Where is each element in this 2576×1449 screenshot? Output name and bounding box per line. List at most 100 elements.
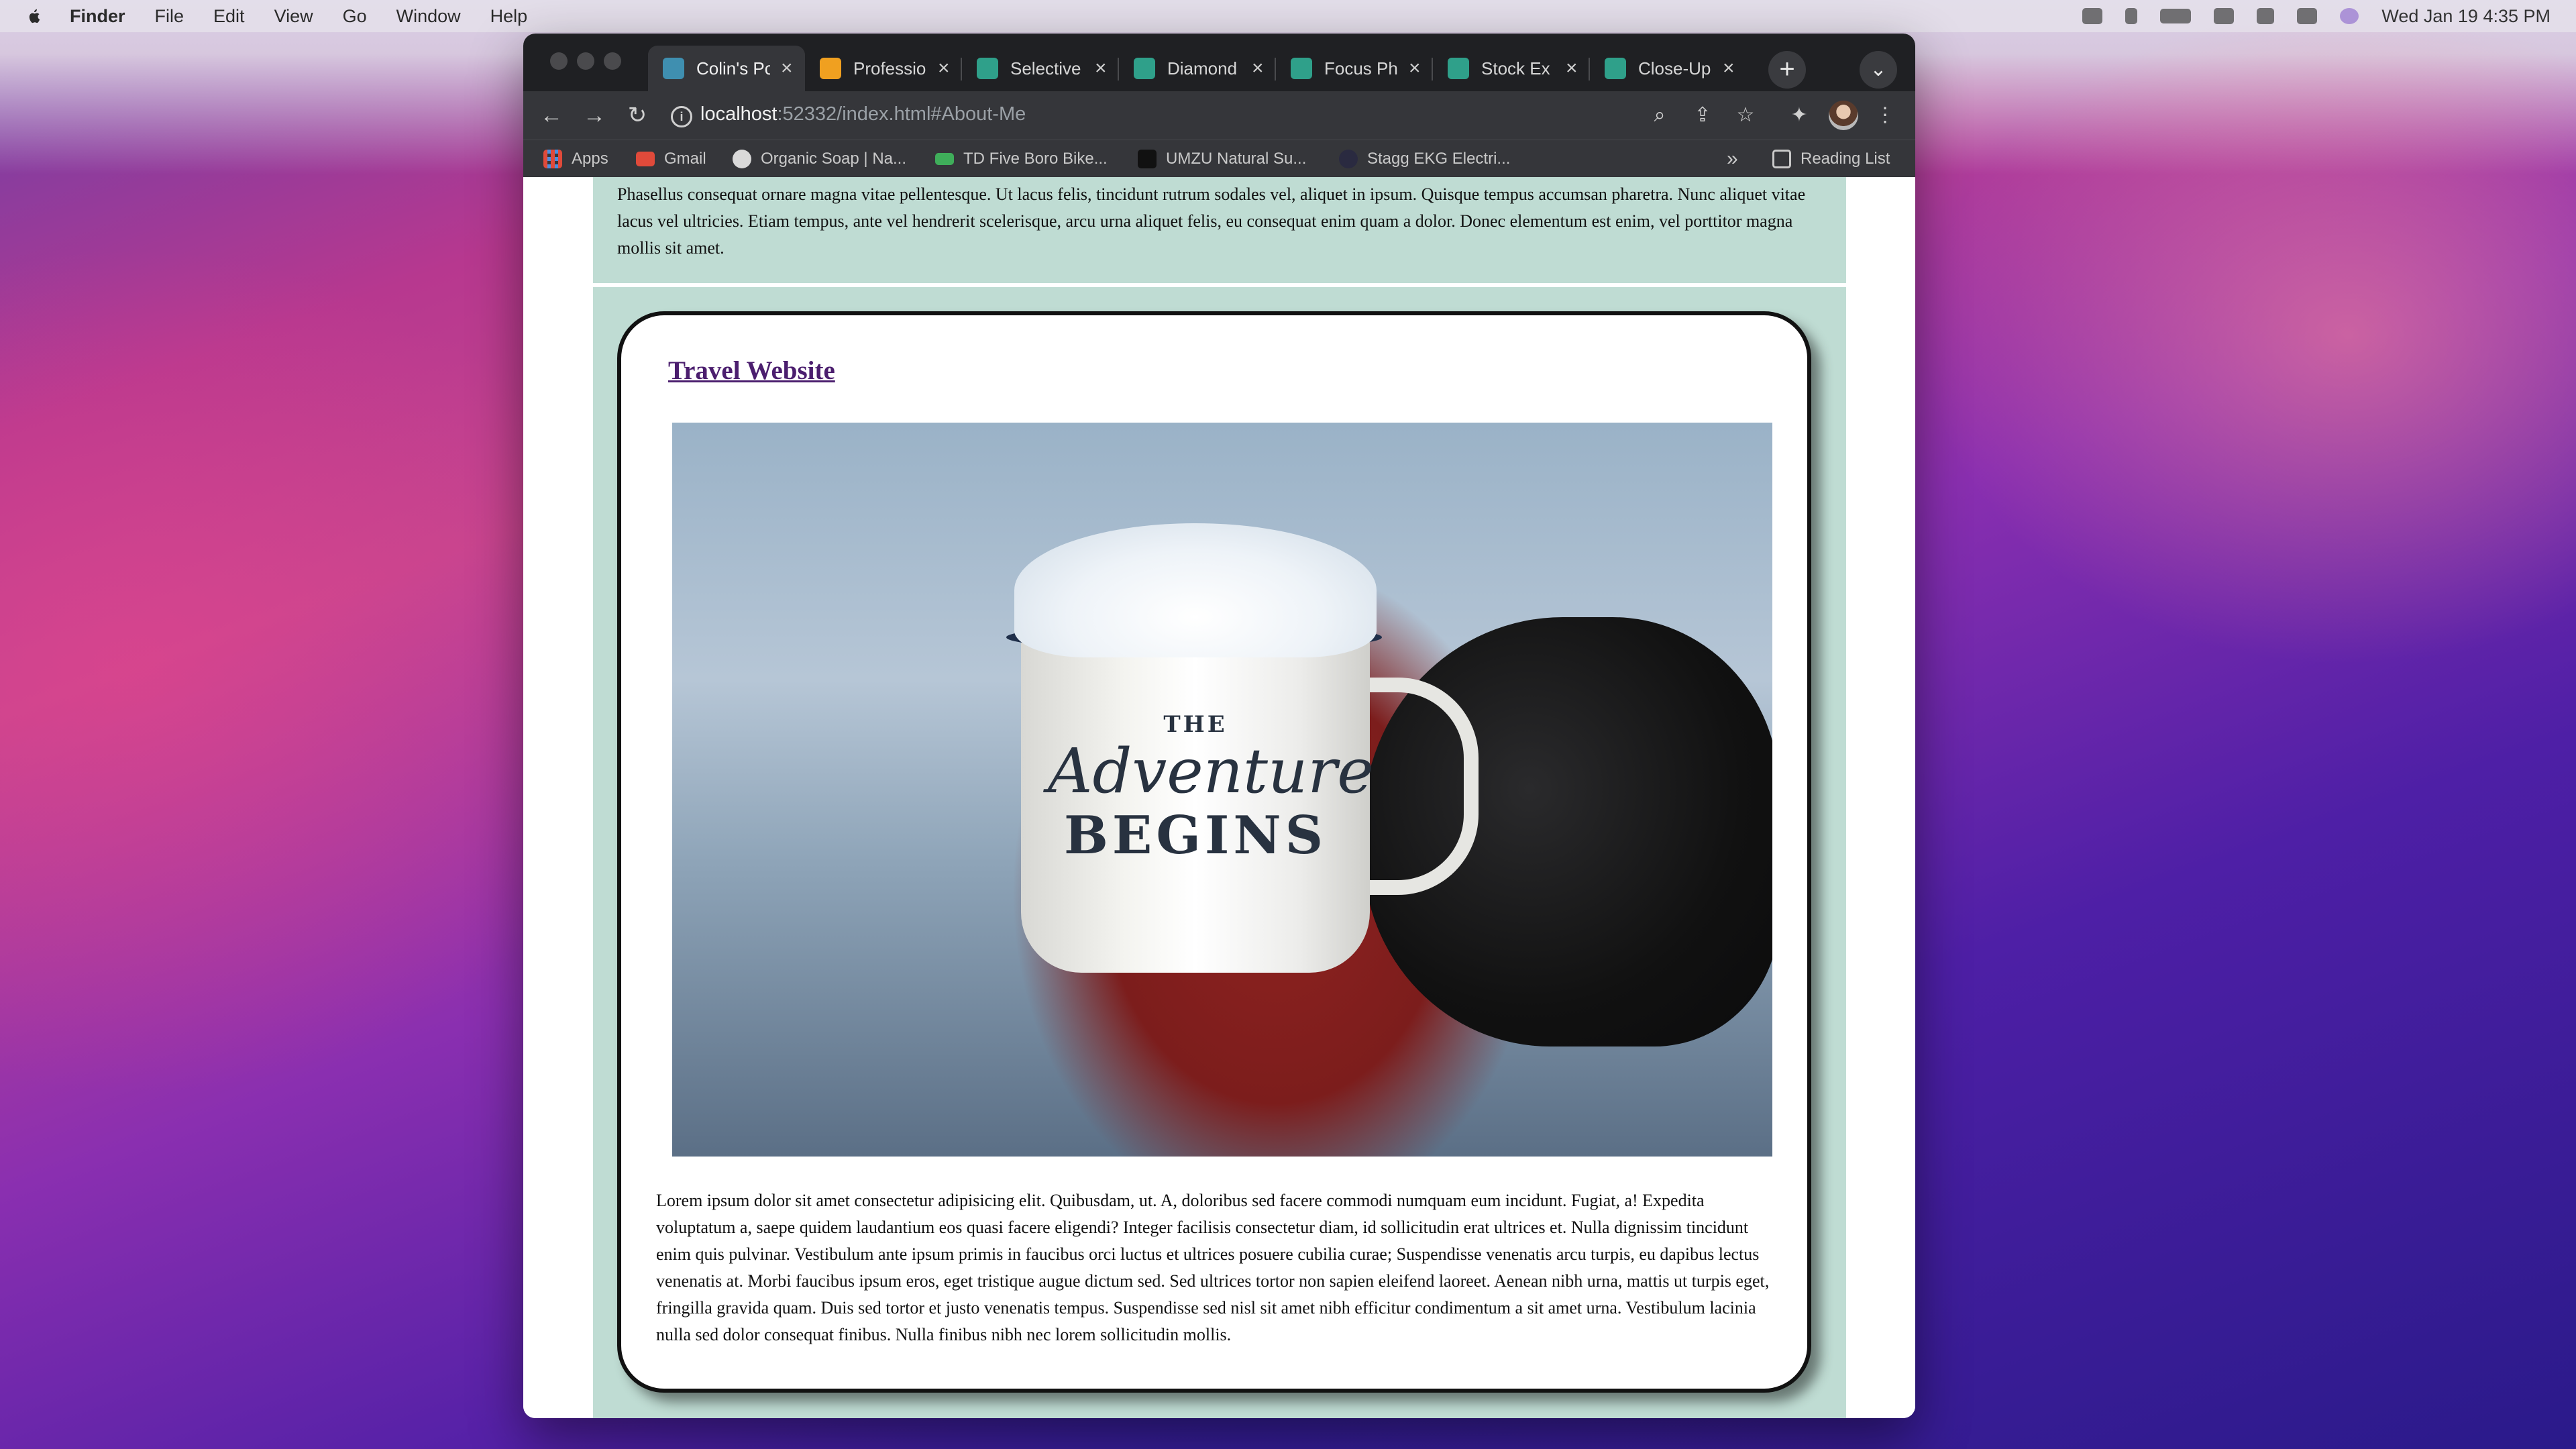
- bookmark-stagg[interactable]: Stagg EKG Electri...: [1339, 146, 1510, 172]
- bookmark-label: Organic Soap | Na...: [761, 150, 907, 168]
- photo-snow: [1014, 523, 1377, 657]
- tab-label: Diamond: [1167, 58, 1238, 78]
- bluetooth-icon[interactable]: [2125, 8, 2138, 24]
- menu-help[interactable]: Help: [490, 6, 528, 27]
- bookmark-gmail[interactable]: Gmail: [636, 146, 706, 172]
- tab-focus-photo[interactable]: Focus Ph ×: [1276, 46, 1433, 91]
- gmail-icon: [636, 152, 655, 166]
- share-icon[interactable]: ⇪: [1692, 105, 1713, 126]
- photo-mug-logo: THE Adventure BEGINS: [1048, 711, 1374, 866]
- window-minimize-button[interactable]: [577, 52, 594, 70]
- siri-icon[interactable]: [2340, 8, 2359, 24]
- window-close-button[interactable]: [550, 52, 568, 70]
- mug-text-begins: BEGINS: [1063, 805, 1328, 866]
- content-column: Phasellus consequat ornare magna vitae p…: [593, 177, 1846, 1418]
- new-tab-button[interactable]: +: [1768, 51, 1806, 89]
- about-paragraph: Phasellus consequat ornare magna vitae p…: [617, 184, 1806, 258]
- extensions-puzzle-icon[interactable]: ✦: [1788, 105, 1810, 126]
- mug-text-adventure: Adventure: [1048, 735, 1374, 807]
- address-bar[interactable]: i localhost:52332/index.html#About-Me: [671, 97, 1664, 134]
- tab-favicon-icon: [1291, 58, 1312, 79]
- reading-list-button[interactable]: Reading List: [1772, 146, 1890, 172]
- url-host: localhost: [700, 103, 777, 125]
- tab-close-icon[interactable]: ×: [938, 57, 950, 80]
- profile-avatar[interactable]: [1829, 101, 1858, 130]
- bookmark-label: TD Five Boro Bike...: [963, 150, 1108, 168]
- menu-view[interactable]: View: [274, 6, 313, 27]
- menu-app-name[interactable]: Finder: [70, 6, 125, 27]
- tab-label: Close-Up: [1638, 58, 1711, 78]
- umzu-icon: [1138, 150, 1157, 168]
- menu-edit[interactable]: Edit: [213, 6, 245, 27]
- browser-window: Colin's Pc × Professio × Selective × Dia…: [523, 34, 1915, 1418]
- forward-arrow-icon[interactable]: →: [580, 101, 609, 130]
- spotlight-search-icon[interactable]: [2257, 8, 2275, 24]
- battery-icon[interactable]: [2160, 9, 2192, 23]
- reload-icon[interactable]: ↻: [623, 101, 652, 130]
- tab-professional[interactable]: Professio ×: [805, 46, 962, 91]
- tab-strip: Colin's Pc × Professio × Selective × Dia…: [523, 34, 1915, 91]
- tab-selective[interactable]: Selective ×: [962, 46, 1119, 91]
- project-title-link[interactable]: Travel Website: [668, 356, 835, 386]
- bookmark-label: Apps: [572, 150, 608, 168]
- site-info-icon[interactable]: i: [671, 106, 692, 127]
- menu-window[interactable]: Window: [396, 6, 461, 27]
- mug-text-the: THE: [1163, 711, 1228, 738]
- tab-diamond[interactable]: Diamond ×: [1119, 46, 1276, 91]
- window-zoom-button[interactable]: [604, 52, 621, 70]
- bookmark-umzu[interactable]: UMZU Natural Su...: [1138, 146, 1306, 172]
- tab-close-icon[interactable]: ×: [1252, 57, 1264, 80]
- bookmark-star-icon[interactable]: ☆: [1735, 105, 1756, 126]
- bike-icon: [935, 153, 954, 165]
- tab-close-up[interactable]: Close-Up ×: [1590, 46, 1747, 91]
- bookmarks-overflow-button[interactable]: »: [1727, 146, 1738, 172]
- soap-icon: [733, 150, 751, 168]
- menu-bar: Finder File Edit View Go Window Help Wed…: [0, 0, 2576, 32]
- tab-close-icon[interactable]: ×: [1409, 57, 1421, 80]
- tab-favicon-icon: [1605, 58, 1626, 79]
- bookmarks-bar: Apps Gmail Organic Soap | Na... TD Five …: [523, 140, 1915, 178]
- tab-close-icon[interactable]: ×: [1566, 57, 1578, 80]
- bookmark-label: Gmail: [664, 150, 706, 168]
- cloud-status-icon[interactable]: [2082, 8, 2103, 24]
- tab-close-icon[interactable]: ×: [781, 57, 793, 80]
- tab-favicon-icon: [977, 58, 998, 79]
- menu-file[interactable]: File: [155, 6, 184, 27]
- bookmark-organic-soap[interactable]: Organic Soap | Na...: [733, 146, 906, 172]
- tab-label: Stock Ex: [1481, 58, 1550, 78]
- control-center-icon[interactable]: [2297, 8, 2318, 24]
- reading-list-label: Reading List: [1801, 150, 1890, 168]
- tab-colins-portfolio[interactable]: Colin's Pc ×: [648, 46, 805, 91]
- tab-label: Professio: [853, 58, 926, 78]
- browser-toolbar: ← → ↻ i localhost:52332/index.html#About…: [523, 91, 1915, 140]
- tab-label: Selective: [1010, 58, 1081, 78]
- reading-list-icon: [1772, 150, 1791, 168]
- bookmark-label: Stagg EKG Electri...: [1367, 150, 1511, 168]
- url-path: :52332/index.html#About-Me: [777, 103, 1026, 125]
- menu-go[interactable]: Go: [343, 6, 367, 27]
- tab-favicon-icon: [1448, 58, 1469, 79]
- tab-close-icon[interactable]: ×: [1723, 57, 1735, 80]
- project-photo: THE Adventure BEGINS: [672, 423, 1772, 1157]
- section-divider: [593, 283, 1846, 287]
- tab-favicon-icon: [663, 58, 684, 79]
- apps-grid-icon: [543, 150, 562, 168]
- tab-favicon-icon: [820, 58, 841, 79]
- browser-menu-kebab-icon[interactable]: ⋮: [1874, 105, 1896, 126]
- stagg-icon: [1339, 150, 1358, 168]
- apple-menu-icon[interactable]: [27, 8, 40, 24]
- zoom-icon[interactable]: ⌕: [1649, 105, 1670, 126]
- bookmark-td-five-boro[interactable]: TD Five Boro Bike...: [935, 146, 1108, 172]
- tab-label: Colin's Pc: [696, 58, 770, 78]
- url-text[interactable]: localhost:52332/index.html#About-Me: [700, 103, 1026, 125]
- page-viewport[interactable]: Phasellus consequat ornare magna vitae p…: [523, 177, 1915, 1418]
- menubar-clock[interactable]: Wed Jan 19 4:35 PM: [2381, 6, 2551, 27]
- project-card: Travel Website THE Adventure BEGINS Lore…: [617, 311, 1811, 1393]
- tab-stock-exchange[interactable]: Stock Ex ×: [1433, 46, 1590, 91]
- tab-search-chevron-icon[interactable]: ⌄: [1860, 51, 1897, 89]
- tab-close-icon[interactable]: ×: [1095, 57, 1107, 80]
- bookmark-label: UMZU Natural Su...: [1166, 150, 1307, 168]
- wifi-icon[interactable]: [2214, 8, 2235, 24]
- bookmark-apps[interactable]: Apps: [543, 146, 608, 172]
- back-arrow-icon[interactable]: ←: [537, 101, 566, 130]
